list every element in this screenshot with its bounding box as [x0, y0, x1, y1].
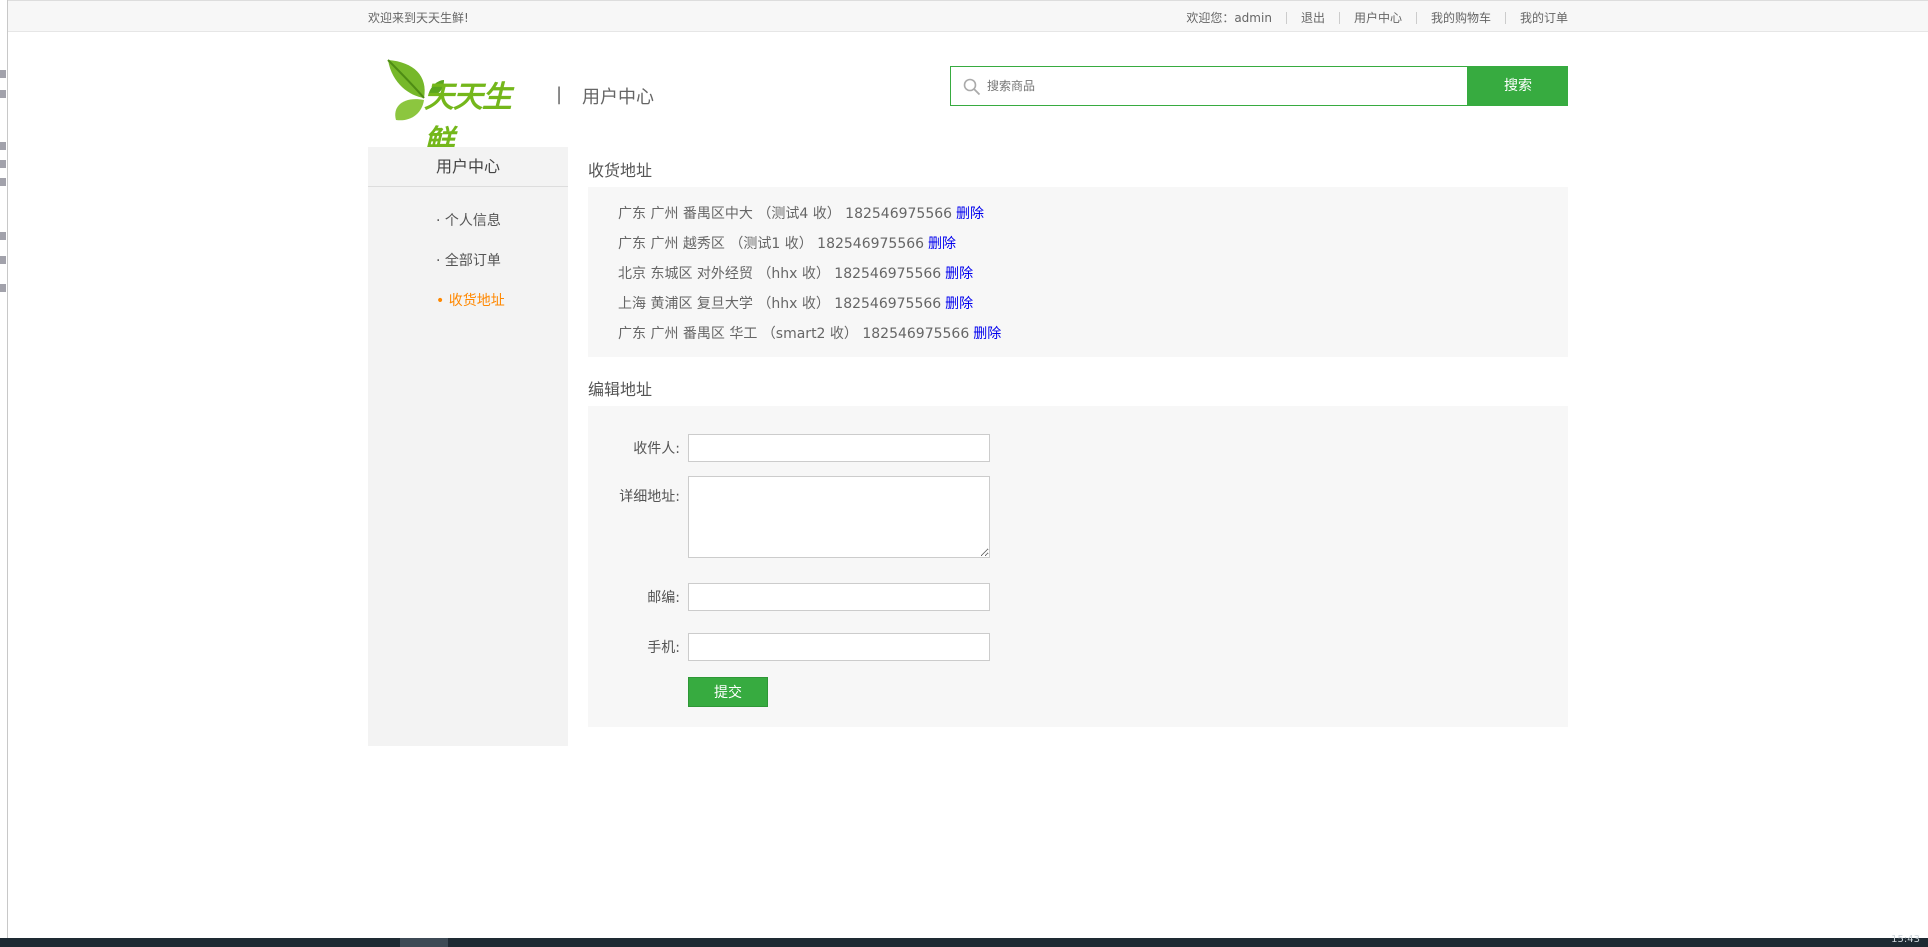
- site-logo[interactable]: 天天生鲜: [384, 58, 536, 159]
- taskbar-clock: 15:43: [1891, 934, 1920, 945]
- taskbar-app-button[interactable]: [400, 938, 448, 947]
- logo-divider: |: [556, 84, 563, 105]
- edit-address-form: 收件人: 详细地址: 邮编: 手机: 提交: [588, 406, 1568, 727]
- zip-label: 邮编:: [647, 590, 680, 606]
- phone-input[interactable]: [688, 633, 990, 661]
- user-center-link[interactable]: 用户中心: [1354, 9, 1402, 26]
- address-text: 广东 广州 番禺区中大 （测试4 收） 182546975566: [618, 206, 953, 222]
- sidebar-item-profile[interactable]: · 个人信息: [368, 201, 568, 241]
- delete-address-link[interactable]: 删除: [928, 236, 956, 252]
- search-input[interactable]: [987, 76, 1447, 96]
- search-box: [950, 66, 1468, 106]
- sidebar-item-addresses[interactable]: • 收货地址: [368, 281, 568, 321]
- search-button[interactable]: 搜索: [1468, 66, 1568, 106]
- edit-address-title: 编辑地址: [588, 380, 653, 399]
- top-nav: 欢迎您：admin 退出 用户中心 我的购物车 我的订单: [1186, 9, 1568, 26]
- address-row: 广东 广州 番禺区 华工 （smart2 收） 182546975566 删除: [618, 319, 1568, 349]
- address-text: 广东 广州 越秀区 （测试1 收） 182546975566: [618, 236, 925, 252]
- my-orders-link[interactable]: 我的订单: [1520, 9, 1568, 26]
- zip-input[interactable]: [688, 583, 990, 611]
- search-icon: [963, 78, 981, 96]
- address-row: 北京 东城区 对外经贸 （hhx 收） 182546975566 删除: [618, 259, 1568, 289]
- top-bar: 欢迎来到天天生鲜! 欢迎您：admin 退出 用户中心 我的购物车 我的订单: [8, 0, 1928, 32]
- sidebar-title: 用户中心: [368, 147, 568, 187]
- cart-link[interactable]: 我的购物车: [1431, 9, 1491, 26]
- delete-address-link[interactable]: 删除: [945, 296, 973, 312]
- divider: [1285, 11, 1287, 24]
- page-subtitle: 用户中心: [582, 87, 654, 108]
- sidebar-item-orders[interactable]: · 全部订单: [368, 241, 568, 281]
- address-section-title: 收货地址: [588, 161, 653, 180]
- logout-link[interactable]: 退出: [1301, 9, 1325, 26]
- phone-label: 手机:: [647, 640, 680, 656]
- sidebar-menu: · 个人信息 · 全部订单 • 收货地址: [368, 187, 568, 321]
- address-textarea[interactable]: [688, 476, 990, 558]
- address-text: 北京 东城区 对外经贸 （hhx 收） 182546975566: [618, 266, 942, 282]
- delete-address-link[interactable]: 删除: [945, 266, 973, 282]
- user-greeting: 欢迎您：admin: [1186, 11, 1272, 25]
- delete-address-link[interactable]: 删除: [956, 206, 984, 222]
- address-row: 上海 黄浦区 复旦大学 （hhx 收） 182546975566 删除: [618, 289, 1568, 319]
- welcome-text: 欢迎来到天天生鲜!: [368, 11, 469, 25]
- receiver-input[interactable]: [688, 434, 990, 462]
- receiver-label: 收件人:: [633, 441, 680, 457]
- divider: [1504, 11, 1506, 24]
- address-row: 广东 广州 越秀区 （测试1 收） 182546975566 删除: [618, 229, 1568, 259]
- user-center-sidebar: 用户中心 · 个人信息 · 全部订单 • 收货地址: [368, 147, 568, 746]
- divider: [1415, 11, 1417, 24]
- address-row: 广东 广州 番禺区中大 （测试4 收） 182546975566 删除: [618, 199, 1568, 229]
- address-label: 详细地址:: [619, 489, 680, 505]
- background-window-edge: [0, 0, 8, 940]
- divider: [1338, 11, 1340, 24]
- os-taskbar: 15:43: [0, 934, 1928, 947]
- delete-address-link[interactable]: 删除: [973, 326, 1001, 342]
- address-text: 广东 广州 番禺区 华工 （smart2 收） 182546975566: [618, 326, 970, 342]
- address-list: 广东 广州 番禺区中大 （测试4 收） 182546975566 删除 广东 广州…: [588, 187, 1568, 357]
- address-text: 上海 黄浦区 复旦大学 （hhx 收） 182546975566: [618, 296, 942, 312]
- submit-button[interactable]: 提交: [688, 677, 768, 707]
